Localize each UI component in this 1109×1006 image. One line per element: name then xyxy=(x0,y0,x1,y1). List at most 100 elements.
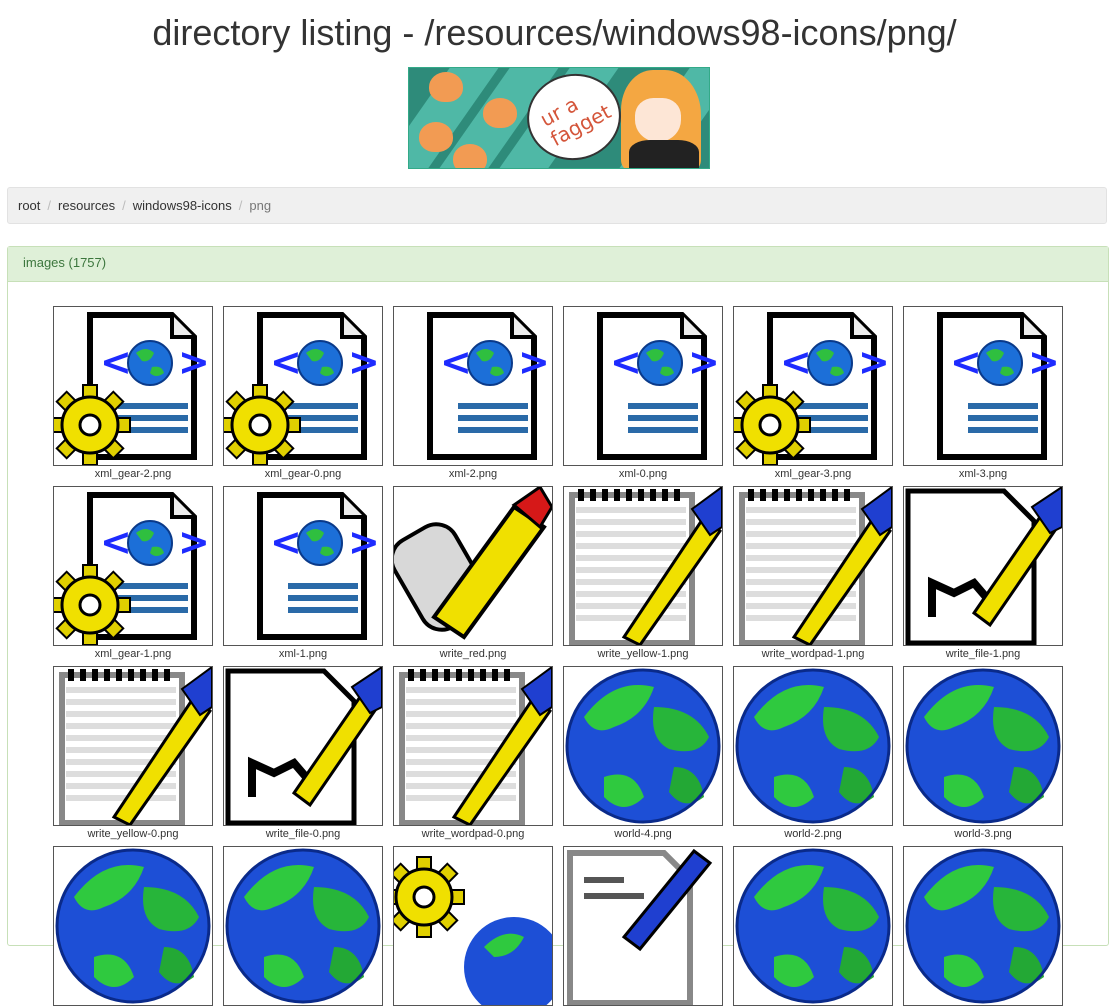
panel-heading: images (1757) xyxy=(8,247,1108,282)
image-thumbnail[interactable] xyxy=(223,666,383,826)
image-tile xyxy=(733,846,893,1006)
image-thumbnail[interactable] xyxy=(903,846,1063,1006)
image-thumbnail[interactable]: < > xyxy=(53,486,213,646)
image-thumbnail[interactable] xyxy=(733,486,893,646)
globe-gear-icon xyxy=(394,847,552,1005)
notepad-pen-icon xyxy=(54,667,212,825)
globe-icon xyxy=(564,667,722,825)
svg-text:>: > xyxy=(178,520,210,564)
breadcrumb-png: png xyxy=(249,198,272,213)
image-thumbnail[interactable]: < > xyxy=(223,306,383,466)
xml-document-icon: < > xyxy=(394,307,552,465)
image-filename[interactable]: write_wordpad-0.png xyxy=(393,828,553,841)
image-filename[interactable]: world-3.png xyxy=(903,828,1063,841)
svg-text:>: > xyxy=(348,340,380,384)
image-thumbnail[interactable] xyxy=(733,666,893,826)
image-tile: write_red.png xyxy=(393,486,553,660)
image-thumbnail[interactable]: < > xyxy=(563,306,723,466)
globe-icon xyxy=(54,847,212,1005)
image-filename[interactable]: xml_gear-2.png xyxy=(53,468,213,481)
file-pen-icon xyxy=(224,667,382,825)
image-filename[interactable]: xml-2.png xyxy=(393,468,553,481)
image-tile xyxy=(563,846,723,1006)
notepad-pen-icon xyxy=(394,667,552,825)
anime-girl-face xyxy=(635,98,681,142)
image-tile: < > xml-3.png xyxy=(903,306,1063,480)
breadcrumb-root[interactable]: root xyxy=(18,198,40,213)
image-thumbnail[interactable] xyxy=(733,846,893,1006)
breadcrumb-separator: / xyxy=(238,198,243,213)
image-tile: world-3.png xyxy=(903,666,1063,840)
xml-document-icon: < > xyxy=(904,307,1062,465)
svg-text:>: > xyxy=(858,340,890,384)
image-filename[interactable]: write_file-1.png xyxy=(903,648,1063,661)
image-thumbnail[interactable] xyxy=(563,666,723,826)
image-tile xyxy=(903,846,1063,1006)
image-filename[interactable]: write_wordpad-1.png xyxy=(733,648,893,661)
xml-document-icon: < > xyxy=(224,487,382,645)
image-filename[interactable]: xml_gear-3.png xyxy=(733,468,893,481)
image-thumbnail[interactable] xyxy=(53,846,213,1006)
image-thumbnail[interactable] xyxy=(563,846,723,1006)
image-thumbnail[interactable]: < > xyxy=(53,306,213,466)
image-tile: write_yellow-1.png xyxy=(563,486,723,660)
svg-text:>: > xyxy=(688,340,720,384)
image-tile: world-4.png xyxy=(563,666,723,840)
breadcrumb-windows98-icons[interactable]: windows98-icons xyxy=(133,198,232,213)
image-thumbnail[interactable] xyxy=(393,486,553,646)
file-pen-icon xyxy=(904,487,1062,645)
xml-document-icon: < > xyxy=(564,307,722,465)
image-filename[interactable]: world-2.png xyxy=(733,828,893,841)
image-filename[interactable]: xml-0.png xyxy=(563,468,723,481)
image-filename[interactable]: xml-1.png xyxy=(223,648,383,661)
image-thumbnail[interactable] xyxy=(53,666,213,826)
image-tile xyxy=(393,846,553,1006)
image-filename[interactable]: write_red.png xyxy=(393,648,553,661)
image-thumbnail[interactable] xyxy=(393,846,553,1006)
image-tile: < > xml-2.png xyxy=(393,306,553,480)
image-filename[interactable]: xml_gear-1.png xyxy=(53,648,213,661)
image-tile: < > xml-1.png xyxy=(223,486,383,660)
breadcrumb: root / resources / windows98-icons / png xyxy=(7,187,1107,224)
breadcrumb-separator: / xyxy=(122,198,126,213)
image-thumbnail[interactable]: < > xyxy=(733,306,893,466)
image-thumbnail[interactable] xyxy=(903,666,1063,826)
image-tile: write_file-0.png xyxy=(223,666,383,840)
image-tile: write_yellow-0.png xyxy=(53,666,213,840)
xml-gear-document-icon: < > xyxy=(224,307,382,465)
image-tile: < > xml_gear-0.png xyxy=(223,306,383,480)
image-thumbnail[interactable] xyxy=(563,486,723,646)
images-panel: images (1757) < > xml_gear-2.png < > xml… xyxy=(7,246,1109,1006)
banner-bubble-text: ur a fagget xyxy=(536,91,615,151)
breadcrumb-resources[interactable]: resources xyxy=(58,198,115,213)
image-tile xyxy=(223,846,383,1006)
notepad-pen-icon xyxy=(564,487,722,645)
globe-icon xyxy=(904,847,1062,1005)
image-filename[interactable]: write_yellow-0.png xyxy=(53,828,213,841)
notepad-pen-icon xyxy=(734,487,892,645)
image-tile: < > xml-0.png xyxy=(563,306,723,480)
image-tile: < > xml_gear-2.png xyxy=(53,306,213,480)
image-grid: < > xml_gear-2.png < > xml_gear-0.png < … xyxy=(53,306,1063,1006)
banner-image[interactable]: ur a fagget xyxy=(408,67,710,169)
image-thumbnail[interactable]: < > xyxy=(393,306,553,466)
image-thumbnail[interactable] xyxy=(223,846,383,1006)
image-thumbnail[interactable] xyxy=(903,486,1063,646)
image-filename[interactable]: xml-3.png xyxy=(903,468,1063,481)
image-filename[interactable]: write_file-0.png xyxy=(223,828,383,841)
globe-icon xyxy=(904,667,1062,825)
image-thumbnail[interactable]: < > xyxy=(223,486,383,646)
globe-icon xyxy=(734,847,892,1005)
svg-text:>: > xyxy=(518,340,550,384)
image-thumbnail[interactable]: < > xyxy=(903,306,1063,466)
write-scroll-icon xyxy=(394,487,552,645)
svg-text:>: > xyxy=(178,340,210,384)
image-filename[interactable]: world-4.png xyxy=(563,828,723,841)
image-tile: < > xml_gear-3.png xyxy=(733,306,893,480)
image-filename[interactable]: xml_gear-0.png xyxy=(223,468,383,481)
image-tile: write_wordpad-0.png xyxy=(393,666,553,840)
xml-gear-document-icon: < > xyxy=(54,307,212,465)
image-filename[interactable]: write_yellow-1.png xyxy=(563,648,723,661)
image-thumbnail[interactable] xyxy=(393,666,553,826)
image-tile: < > xml_gear-1.png xyxy=(53,486,213,660)
